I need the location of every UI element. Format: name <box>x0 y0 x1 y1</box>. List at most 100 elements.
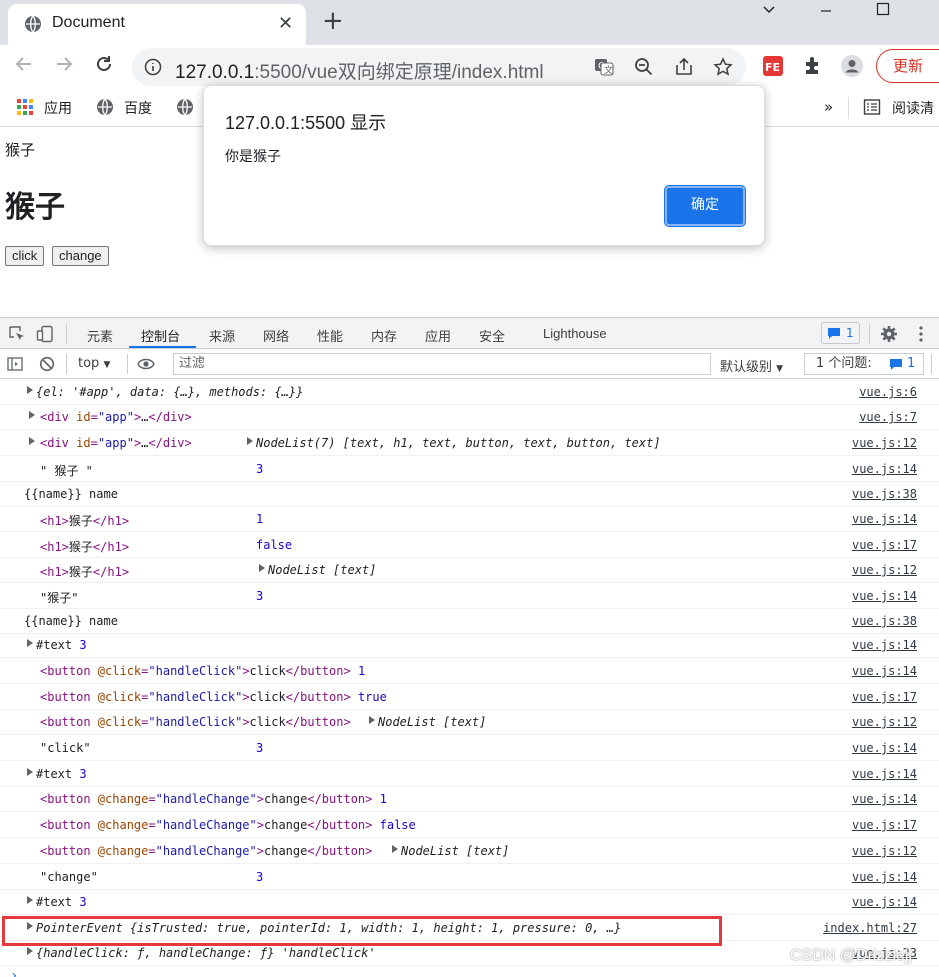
click-button[interactable]: click <box>5 246 45 266</box>
source-link[interactable]: vue.js:17 <box>852 818 917 832</box>
tab-elements[interactable]: 元素 <box>87 326 113 345</box>
extensions-puzzle-icon[interactable] <box>802 55 824 77</box>
source-link[interactable]: vue.js:38 <box>852 614 917 628</box>
source-link[interactable]: vue.js:14 <box>852 767 917 781</box>
console-message[interactable]: <div id="app">…</div> <box>40 410 192 424</box>
change-button[interactable]: change <box>52 246 109 266</box>
tab-security[interactable]: 安全 <box>479 326 505 345</box>
context-selector[interactable]: top ▼ <box>78 356 110 371</box>
reading-list-icon[interactable] <box>863 98 881 116</box>
expand-triangle-icon[interactable] <box>27 639 33 647</box>
back-arrow-icon[interactable] <box>11 54 37 80</box>
console-value[interactable]: NodeList [text] <box>268 563 376 577</box>
expand-triangle-icon[interactable] <box>369 716 375 724</box>
expand-triangle-icon[interactable] <box>392 845 398 853</box>
console-message[interactable]: #text 3 <box>36 767 87 781</box>
more-bookmarks-icon[interactable]: » <box>824 98 833 116</box>
tab-network[interactable]: 网络 <box>263 326 289 345</box>
tab-console[interactable]: 控制台 <box>141 326 180 345</box>
source-link[interactable]: vue.js:12 <box>852 844 917 858</box>
console-message[interactable]: {el: '#app', data: {…}, methods: {…}} <box>36 385 303 399</box>
expand-triangle-icon[interactable] <box>27 896 33 904</box>
issues-button[interactable]: 1 个问题: 1 <box>804 353 924 375</box>
console-message[interactable]: #text 3 <box>36 895 87 909</box>
tab-memory[interactable]: 内存 <box>371 326 397 345</box>
source-link[interactable]: vue.js:12 <box>852 563 917 577</box>
settings-gear-icon[interactable] <box>880 325 898 343</box>
clear-console-icon[interactable] <box>39 356 55 372</box>
share-icon[interactable] <box>674 57 694 77</box>
console-message[interactable]: <button @click="handleClick">click</butt… <box>40 715 351 729</box>
tab-application[interactable]: 应用 <box>425 326 451 345</box>
inspect-element-icon[interactable] <box>8 325 26 343</box>
tab-search-icon[interactable] <box>749 0 789 20</box>
source-link[interactable]: vue.js:12 <box>852 715 917 729</box>
console-message[interactable]: <button @change="handleChange">change</b… <box>40 792 387 806</box>
console-message[interactable]: #text 3 <box>36 638 87 652</box>
address-bar[interactable]: 127.0.0.1:5500/vue双向绑定原理/index.html G 文 <box>132 48 746 86</box>
messages-badge[interactable]: 1 <box>821 322 860 344</box>
source-link[interactable]: vue.js:12 <box>852 436 917 450</box>
zoom-out-icon[interactable] <box>634 57 654 77</box>
globe-icon[interactable] <box>176 98 194 116</box>
tab-close-icon[interactable]: ✕ <box>278 13 293 34</box>
fe-extension-icon[interactable]: FE <box>762 55 784 77</box>
update-button[interactable]: 更新 <box>876 49 939 83</box>
source-link[interactable]: vue.js:14 <box>852 870 917 884</box>
source-link[interactable]: vue.js:14 <box>852 741 917 755</box>
expand-triangle-icon[interactable] <box>27 386 33 394</box>
source-link[interactable]: vue.js:7 <box>859 410 917 424</box>
source-link[interactable]: vue.js:14 <box>852 895 917 909</box>
expand-triangle-icon[interactable] <box>27 922 33 930</box>
profile-avatar-icon[interactable] <box>841 55 863 77</box>
source-link[interactable]: vue.js:14 <box>852 462 917 476</box>
console-value[interactable]: NodeList [text] <box>401 844 509 858</box>
bookmark-apps[interactable]: 应用 <box>44 98 72 118</box>
source-link[interactable]: vue.js:17 <box>852 538 917 552</box>
console-value[interactable]: NodeList [text] <box>378 715 486 729</box>
bookmark-star-icon[interactable] <box>713 57 733 77</box>
source-link[interactable]: vue.js:38 <box>852 487 917 501</box>
source-link[interactable]: vue.js:14 <box>852 792 917 806</box>
source-link[interactable]: vue.js:17 <box>852 690 917 704</box>
expand-triangle-icon[interactable] <box>27 768 33 776</box>
console-message[interactable]: <button @click="handleClick">click</butt… <box>40 690 387 704</box>
source-link[interactable]: vue.js:14 <box>852 638 917 652</box>
tab-sources[interactable]: 来源 <box>209 326 235 345</box>
bookmark-baidu[interactable]: 百度 <box>124 98 152 118</box>
apps-grid-icon[interactable] <box>16 98 34 116</box>
maximize-icon[interactable] <box>863 0 903 20</box>
pointer-event-message[interactable]: PointerEvent {isTrusted: true, pointerId… <box>36 921 621 935</box>
device-toolbar-icon[interactable] <box>36 325 54 343</box>
reload-icon[interactable] <box>91 54 117 80</box>
source-link[interactable]: vue.js:6 <box>859 385 917 399</box>
console-message[interactable]: <button @change="handleChange">change</b… <box>40 844 372 858</box>
source-link[interactable]: vue.js:14 <box>852 589 917 603</box>
expand-triangle-icon[interactable] <box>29 437 35 445</box>
sidebar-toggle-icon[interactable] <box>7 356 23 372</box>
reading-list-label[interactable]: 阅读清 <box>892 98 934 118</box>
source-link[interactable]: vue.js:14 <box>852 512 917 526</box>
expand-triangle-icon[interactable] <box>259 564 265 572</box>
alert-ok-button[interactable]: 确定 <box>665 186 745 226</box>
log-level-selector[interactable]: 默认级别 ▼ <box>720 356 783 375</box>
more-vertical-icon[interactable] <box>912 325 930 343</box>
console-message[interactable]: <h1>猴子</h1> <box>40 538 129 555</box>
console-value[interactable]: NodeList(7) [text, h1, text, button, tex… <box>256 436 661 450</box>
info-icon[interactable] <box>144 58 162 76</box>
filter-input[interactable]: 过滤 <box>173 353 711 375</box>
tab-lighthouse[interactable]: Lighthouse <box>543 326 607 341</box>
console-message[interactable]: <h1>猴子</h1> <box>40 512 129 529</box>
expand-triangle-icon[interactable] <box>29 411 35 419</box>
tab-performance[interactable]: 性能 <box>317 326 343 345</box>
expand-triangle-icon[interactable] <box>27 947 33 955</box>
new-tab-icon[interactable]: + <box>322 6 344 36</box>
forward-arrow-icon[interactable] <box>51 54 77 80</box>
minimize-icon[interactable] <box>806 0 846 20</box>
console-message[interactable]: <h1>猴子</h1> <box>40 563 129 580</box>
expand-triangle-icon[interactable] <box>247 437 253 445</box>
console-message[interactable]: {handleClick: ƒ, handleChange: ƒ} 'handl… <box>36 946 376 960</box>
source-link[interactable]: vue.js:14 <box>852 664 917 678</box>
console-message[interactable]: <button @change="handleChange">change</b… <box>40 818 416 832</box>
console-message[interactable]: <button @click="handleClick">click</butt… <box>40 664 365 678</box>
